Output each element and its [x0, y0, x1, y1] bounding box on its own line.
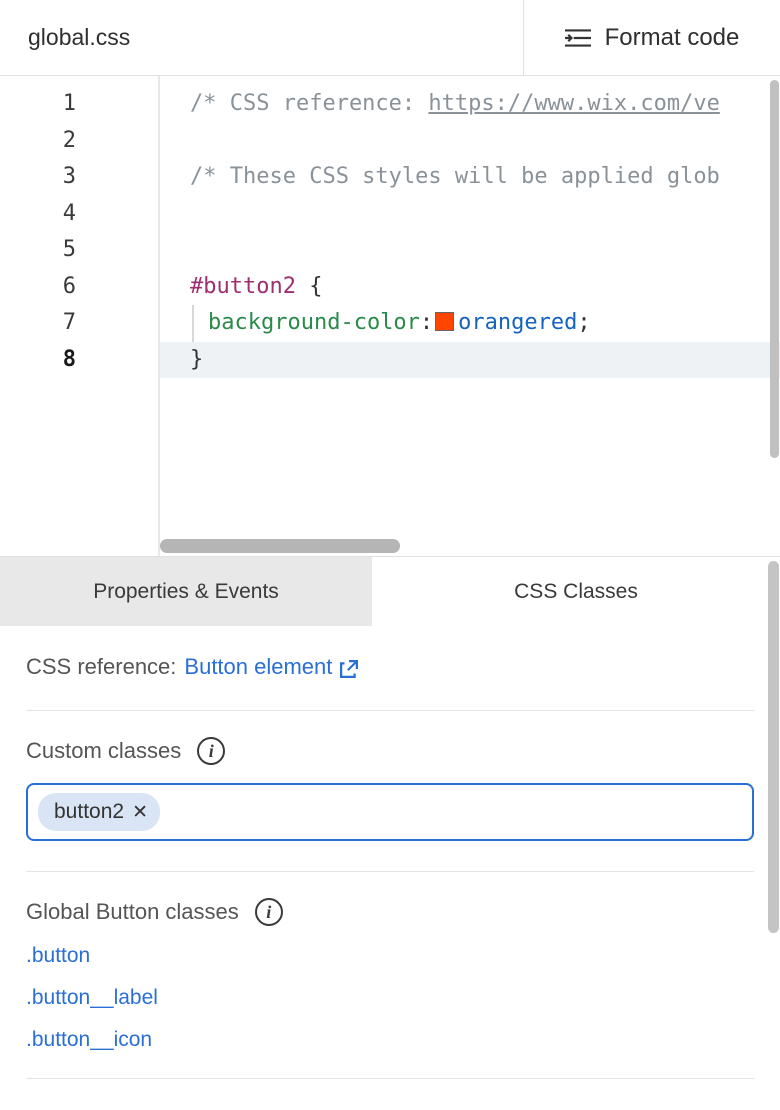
format-code-label: Format code — [605, 24, 740, 52]
panel-vertical-scrollbar[interactable] — [768, 561, 779, 933]
line-gutter: 1 2 3 4 5 6 7 8 — [0, 76, 160, 556]
info-icon[interactable]: i — [197, 737, 225, 765]
code-line — [190, 232, 780, 269]
css-value: orangered — [458, 310, 577, 335]
panel-tabs: Properties & Events CSS Classes — [0, 557, 780, 626]
filename-label: global.css — [28, 24, 130, 51]
filename-tab[interactable]: global.css — [0, 0, 524, 75]
global-classes-label: Global Button classes — [26, 899, 239, 925]
brace: } — [190, 347, 203, 372]
colon: : — [420, 310, 433, 335]
editor-vertical-scrollbar[interactable] — [770, 80, 779, 458]
code-line: /* These CSS styles will be applied glob — [190, 159, 780, 196]
panel-body: CSS reference: Button element Custom cla… — [0, 626, 780, 1079]
code-line: /* CSS reference: https://www.wix.com/ve — [190, 86, 780, 123]
code-line: } — [160, 342, 780, 379]
custom-classes-label: Custom classes — [26, 738, 181, 764]
css-reference-link[interactable]: Button element — [184, 654, 358, 680]
semicolon: ; — [577, 310, 590, 335]
line-number: 8 — [0, 342, 160, 379]
code-area[interactable]: /* CSS reference: https://www.wix.com/ve… — [160, 76, 780, 556]
tab-properties-events[interactable]: Properties & Events — [0, 557, 372, 626]
indent-guide — [192, 305, 194, 342]
line-number: 7 — [0, 305, 160, 342]
info-icon[interactable]: i — [255, 898, 283, 926]
css-reference-link-text: Button element — [184, 654, 332, 680]
class-chip: button2 ✕ — [38, 793, 160, 831]
global-class-item[interactable]: .button — [26, 944, 754, 968]
css-reference-row: CSS reference: Button element — [26, 654, 754, 680]
comment-text: /* CSS reference: — [190, 91, 428, 116]
css-reference-label: CSS reference: — [26, 654, 176, 680]
bottom-panel: Properties & Events CSS Classes CSS refe… — [0, 556, 780, 1079]
divider — [26, 1078, 754, 1079]
external-link-icon — [340, 658, 358, 676]
line-number: 4 — [0, 196, 160, 233]
format-code-icon — [565, 25, 591, 51]
code-line — [190, 123, 780, 160]
line-number: 3 — [0, 159, 160, 196]
chip-remove-icon[interactable]: ✕ — [132, 801, 148, 824]
editor-horizontal-scrollbar[interactable] — [160, 539, 400, 553]
global-class-item[interactable]: .button__icon — [26, 1028, 754, 1052]
format-code-button[interactable]: Format code — [524, 0, 780, 75]
global-class-item[interactable]: .button__label — [26, 986, 754, 1010]
tab-css-classes[interactable]: CSS Classes — [372, 557, 780, 626]
divider — [26, 871, 754, 872]
custom-classes-header: Custom classes i — [26, 737, 754, 765]
custom-classes-input[interactable]: button2 ✕ — [26, 783, 754, 841]
line-number: 6 — [0, 269, 160, 306]
code-editor[interactable]: 1 2 3 4 5 6 7 8 /* CSS reference: https:… — [0, 76, 780, 556]
tab-label: CSS Classes — [514, 580, 638, 604]
code-line: background-color: orangered; — [190, 305, 780, 342]
css-selector: #button2 — [190, 274, 296, 299]
color-swatch[interactable] — [435, 312, 454, 331]
global-classes-header: Global Button classes i — [26, 898, 754, 926]
comment-text: /* These CSS styles will be applied glob — [190, 164, 720, 189]
code-line: #button2 { — [190, 269, 780, 306]
divider — [26, 710, 754, 711]
chip-label: button2 — [54, 800, 124, 824]
tab-label: Properties & Events — [93, 580, 279, 604]
comment-link[interactable]: https://www.wix.com/ve — [428, 91, 719, 116]
code-line — [190, 196, 780, 233]
line-number: 5 — [0, 232, 160, 269]
editor-header: global.css Format code — [0, 0, 780, 76]
line-number: 1 — [0, 86, 160, 123]
brace: { — [296, 274, 323, 299]
global-classes-list: .button .button__label .button__icon — [26, 944, 754, 1052]
line-number: 2 — [0, 123, 160, 160]
css-property: background-color — [208, 310, 420, 335]
